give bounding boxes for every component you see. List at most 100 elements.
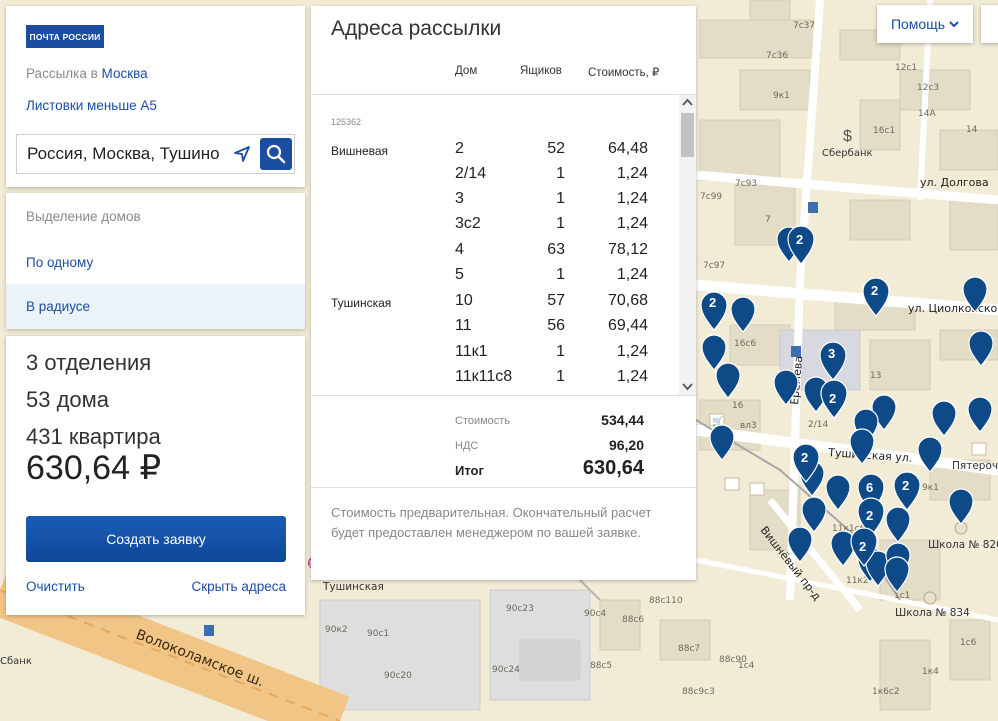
mailbox-count: 1: [556, 368, 565, 385]
cluster-count: 3: [828, 346, 835, 361]
row-cost: 1,24: [616, 343, 648, 360]
russian-post-logo[interactable]: ПОЧТА РОССИИ: [26, 25, 104, 48]
cluster-count: 2: [859, 539, 866, 554]
mailbox-count: 1: [556, 215, 565, 232]
cluster-count: 2: [796, 232, 803, 247]
house-label: 1с6: [960, 638, 977, 648]
search-box: [16, 134, 295, 174]
help-button[interactable]: Помощь: [877, 5, 973, 43]
column-header-cost: Стоимость, ₽: [588, 67, 660, 79]
mailbox-count: 57: [547, 292, 565, 309]
bus-stop-icon: [791, 346, 801, 357]
table-row: 11к11с8 1 1,24: [311, 365, 679, 390]
house-label: 88с9с3: [682, 687, 715, 697]
row-cost: 1,24: [616, 215, 648, 232]
house-number: 4: [455, 241, 464, 258]
hide-addresses-link[interactable]: Скрыть адреса: [192, 579, 287, 594]
option-single-select[interactable]: По одному: [6, 240, 305, 284]
table-row: 2/14 1 1,24: [311, 162, 679, 187]
preliminary-cost-note: Стоимость предварительная. Окончательный…: [331, 505, 652, 540]
bus-stop-icon: [808, 202, 818, 213]
place-sberbank: Сбербанк: [822, 148, 873, 159]
house-label: 1к6с2: [872, 687, 900, 697]
house-number: 11: [455, 317, 472, 334]
house-label: 7с93: [735, 179, 757, 189]
summary-panel: 3 отделения 53 дома 431 квартира 630,64 …: [6, 336, 305, 615]
house-label: 9к1: [922, 483, 939, 493]
svg-text:🛒: 🛒: [712, 415, 723, 426]
column-header-boxes: Ящиков: [520, 65, 562, 77]
house-label: 90с23: [506, 604, 534, 614]
cluster-count: 2: [871, 283, 878, 298]
row-cost: 64,48: [607, 140, 648, 157]
house-label: 14: [966, 125, 978, 135]
scrollbar-thumb[interactable]: [681, 113, 694, 157]
address-list[interactable]: 125362 Вишневая 2 52 64,48 2/14 1 1,24 3 1 1,24…: [311, 95, 679, 395]
total-value: 630,64: [582, 457, 644, 479]
row-cost: 1,24: [616, 266, 648, 283]
house-label: 90с1: [367, 629, 389, 639]
chevron-down-icon: [949, 21, 959, 28]
house-label: 88с110: [649, 596, 683, 606]
house-label: 11к2: [846, 576, 869, 586]
house-label: 1с4: [738, 661, 755, 671]
locate-icon[interactable]: [233, 145, 251, 163]
shop-icon: [749, 482, 765, 496]
format-link[interactable]: Листовки меньше А5: [26, 98, 157, 113]
mailbox-count: 1: [556, 266, 565, 283]
place-sbank-left: Сбанк: [0, 656, 32, 667]
offices-count: 3 отделения: [26, 350, 152, 375]
table-row: 3с2 1 1,24: [311, 212, 679, 237]
address-list-scrollbar[interactable]: [679, 95, 696, 395]
shop-icon: 🛒: [709, 413, 725, 427]
house-label: 13: [870, 371, 881, 381]
brand-panel: ПОЧТА РОССИИ Рассылка в Москва Листовки …: [6, 6, 305, 187]
chevron-up-icon[interactable]: [682, 98, 693, 107]
mailbox-count: 1: [556, 165, 565, 182]
house-number: 10: [455, 292, 473, 309]
table-row: 5 1 1,24: [311, 263, 679, 288]
house-label: 14А: [918, 109, 936, 119]
search-icon: [266, 144, 286, 164]
vat-value: 96,20: [608, 437, 644, 453]
divider: [311, 395, 696, 396]
house-label: вл3: [740, 421, 757, 431]
create-order-button[interactable]: Создать заявку: [26, 516, 286, 562]
search-input[interactable]: [17, 135, 229, 173]
street-dolgova: ул. Долгова: [920, 176, 989, 189]
house-number: 3с2: [455, 215, 481, 232]
address-panel: Адреса рассылки Дом Ящиков Стоимость, ₽ …: [311, 6, 696, 580]
address-panel-title: Адреса рассылки: [331, 17, 502, 40]
map-control-button[interactable]: [981, 5, 998, 43]
row-cost: 69,44: [607, 317, 648, 334]
cost-value: 534,44: [601, 412, 644, 428]
place-school-820: Школа № 820: [928, 539, 998, 551]
house-label: 90с4: [584, 609, 606, 619]
house-label: 7с36: [766, 51, 788, 61]
cluster-count: 6: [866, 480, 873, 495]
street-name: Вишневая: [331, 144, 389, 158]
house-label: 90к2: [325, 625, 348, 635]
option-radius-select[interactable]: В радиусе: [6, 284, 305, 329]
table-row: 11 56 69,44: [311, 314, 679, 339]
house-label: 7: [765, 215, 771, 225]
street-tsiolkovskogo: ул. Циолковского: [908, 302, 998, 315]
search-button[interactable]: [260, 138, 292, 170]
house-label: 1к4: [922, 667, 939, 677]
house-number: 3: [455, 190, 464, 207]
total-label: Итог: [455, 463, 484, 478]
mailbox-count: 52: [547, 140, 565, 157]
mailing-prefix: Рассылка в: [26, 66, 98, 81]
table-row: 3 1 1,24: [311, 187, 679, 212]
city-link[interactable]: Москва: [102, 66, 148, 81]
selection-panel: Выделение домов По одному В радиусе: [6, 193, 305, 329]
house-label: 16: [732, 401, 744, 411]
table-row: Вишневая 2 52 64,48: [311, 137, 679, 162]
chevron-down-icon[interactable]: [682, 382, 693, 391]
help-label: Помощь: [890, 16, 946, 32]
table-row: 11к1 1 1,24: [311, 340, 679, 365]
total-price: 630,64 ₽: [26, 449, 162, 487]
cluster-count: 2: [801, 450, 808, 465]
house-label: 1с1: [894, 591, 910, 601]
clear-link[interactable]: Очистить: [26, 579, 85, 594]
